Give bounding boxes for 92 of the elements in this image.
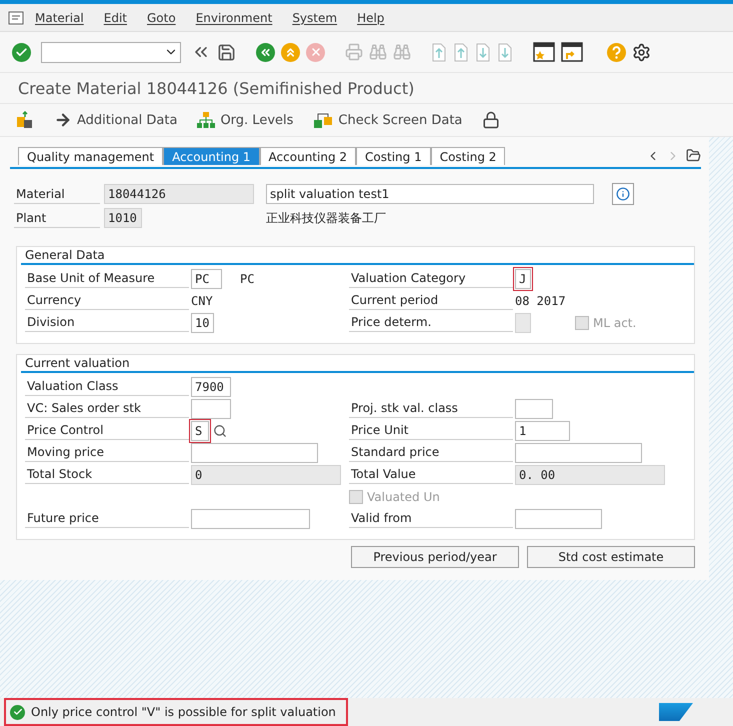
screen-title: Create Material 18044126 (Semifinished Product) <box>0 72 733 103</box>
menu-item[interactable]: Environment <box>186 10 282 24</box>
tab-list-icon[interactable] <box>686 148 701 163</box>
action-button[interactable]: Std cost estimate <box>527 546 695 568</box>
readonly-field: 0. 00 <box>515 465 665 485</box>
field-label: Moving price <box>25 443 189 462</box>
logo-icon <box>659 703 693 721</box>
field-value: CNY <box>191 294 213 308</box>
info-button[interactable] <box>612 183 634 205</box>
page-icon[interactable] <box>475 42 491 62</box>
group-title: Current valuation <box>21 355 694 373</box>
toolbar-button[interactable]: Check Screen Data <box>313 111 462 129</box>
page-icon[interactable] <box>497 42 513 62</box>
page-icon[interactable] <box>453 42 469 62</box>
field-label: Plant <box>14 208 100 228</box>
group-title: General Data <box>21 247 694 265</box>
field-label: Price Unit <box>349 421 513 440</box>
field-label: Material <box>14 184 100 204</box>
readonly-field: 18044126 <box>104 184 254 204</box>
views-button[interactable] <box>16 111 34 129</box>
readonly-field <box>515 313 531 333</box>
menu-icon[interactable] <box>8 10 24 24</box>
find-next-icon[interactable] <box>393 43 411 61</box>
input-field[interactable]: J <box>515 269 531 289</box>
field-label: Current period <box>349 291 513 310</box>
back-icon[interactable] <box>256 42 275 62</box>
field-label: VC: Sales order stk <box>25 399 189 418</box>
field-label: Total Stock <box>25 465 189 484</box>
tab[interactable]: Costing 1 <box>356 147 431 165</box>
field-value: 08 2017 <box>515 294 566 308</box>
new-session-icon[interactable] <box>533 42 555 62</box>
save-icon[interactable] <box>217 42 236 62</box>
input-field[interactable] <box>515 399 553 419</box>
field-label: Base Unit of Measure <box>25 269 189 288</box>
field-label: Standard price <box>349 443 513 462</box>
checkbox-label: Valuated Un <box>367 490 440 504</box>
menu-item[interactable]: Edit <box>94 10 136 24</box>
lock-button[interactable] <box>482 111 500 129</box>
tab[interactable]: Costing 2 <box>430 147 506 165</box>
field-label: Currency <box>25 291 189 310</box>
info-icon <box>616 187 630 201</box>
print-icon[interactable] <box>345 43 363 61</box>
menu-item[interactable]: Material <box>26 10 93 24</box>
description-field[interactable]: split valuation test1 <box>266 184 594 204</box>
status-message: Only price control "V" is possible for split valuation <box>31 705 336 719</box>
lock-icon <box>482 111 500 129</box>
field-label: Proj. stk val. class <box>349 399 513 418</box>
field-label: Division <box>25 313 189 332</box>
input-field[interactable]: S <box>191 421 209 441</box>
input-field[interactable]: 10 <box>191 313 214 333</box>
enter-icon[interactable] <box>12 42 31 62</box>
field-label: Valuation Class <box>25 377 189 396</box>
tab[interactable]: Accounting 2 <box>260 147 356 165</box>
input-field[interactable] <box>191 443 318 463</box>
unit-text: PC <box>240 272 254 286</box>
help-icon[interactable] <box>607 42 626 62</box>
success-icon <box>10 704 25 720</box>
input-field[interactable] <box>191 509 310 529</box>
menu-item[interactable]: System <box>283 10 346 24</box>
readonly-field: 0 <box>191 465 341 485</box>
arrow-right-icon <box>54 111 72 129</box>
action-button[interactable]: Previous period/year <box>351 546 519 568</box>
input-field[interactable]: 7900 <box>191 377 231 397</box>
input-field[interactable] <box>515 443 642 463</box>
input-field[interactable]: PC <box>191 269 222 289</box>
field-label: Price determ. <box>349 313 513 332</box>
menu-item[interactable]: Goto <box>138 10 185 24</box>
field-label: Total Value <box>349 465 513 484</box>
tab[interactable]: Quality management <box>18 147 164 165</box>
input-field[interactable]: 1 <box>515 421 570 441</box>
menu-item[interactable]: Help <box>348 10 394 24</box>
hierarchy-icon <box>197 111 216 129</box>
plant-name: 正业科技仪器装备工厂 <box>266 210 387 226</box>
find-icon[interactable] <box>369 43 387 61</box>
readonly-field: 1010 <box>104 208 142 228</box>
field-label: Future price <box>25 509 189 528</box>
search-icon[interactable] <box>213 424 227 438</box>
check-screen-icon <box>313 111 334 129</box>
page-icon[interactable] <box>431 42 447 62</box>
cancel-icon[interactable] <box>306 42 325 62</box>
input-field[interactable] <box>515 509 602 529</box>
field-label: Valid from <box>349 509 513 528</box>
views-icon <box>16 111 34 129</box>
toolbar-button[interactable]: Org. Levels <box>197 111 294 129</box>
toolbar-button[interactable]: Additional Data <box>54 111 178 129</box>
settings-icon[interactable] <box>632 42 651 62</box>
input-field[interactable] <box>191 399 231 419</box>
checkbox-label: ML act. <box>593 316 636 330</box>
tab[interactable]: Accounting 1 <box>163 147 260 165</box>
command-field[interactable] <box>41 42 181 62</box>
exit-icon[interactable] <box>281 42 300 62</box>
shortcut-icon[interactable] <box>561 42 583 62</box>
